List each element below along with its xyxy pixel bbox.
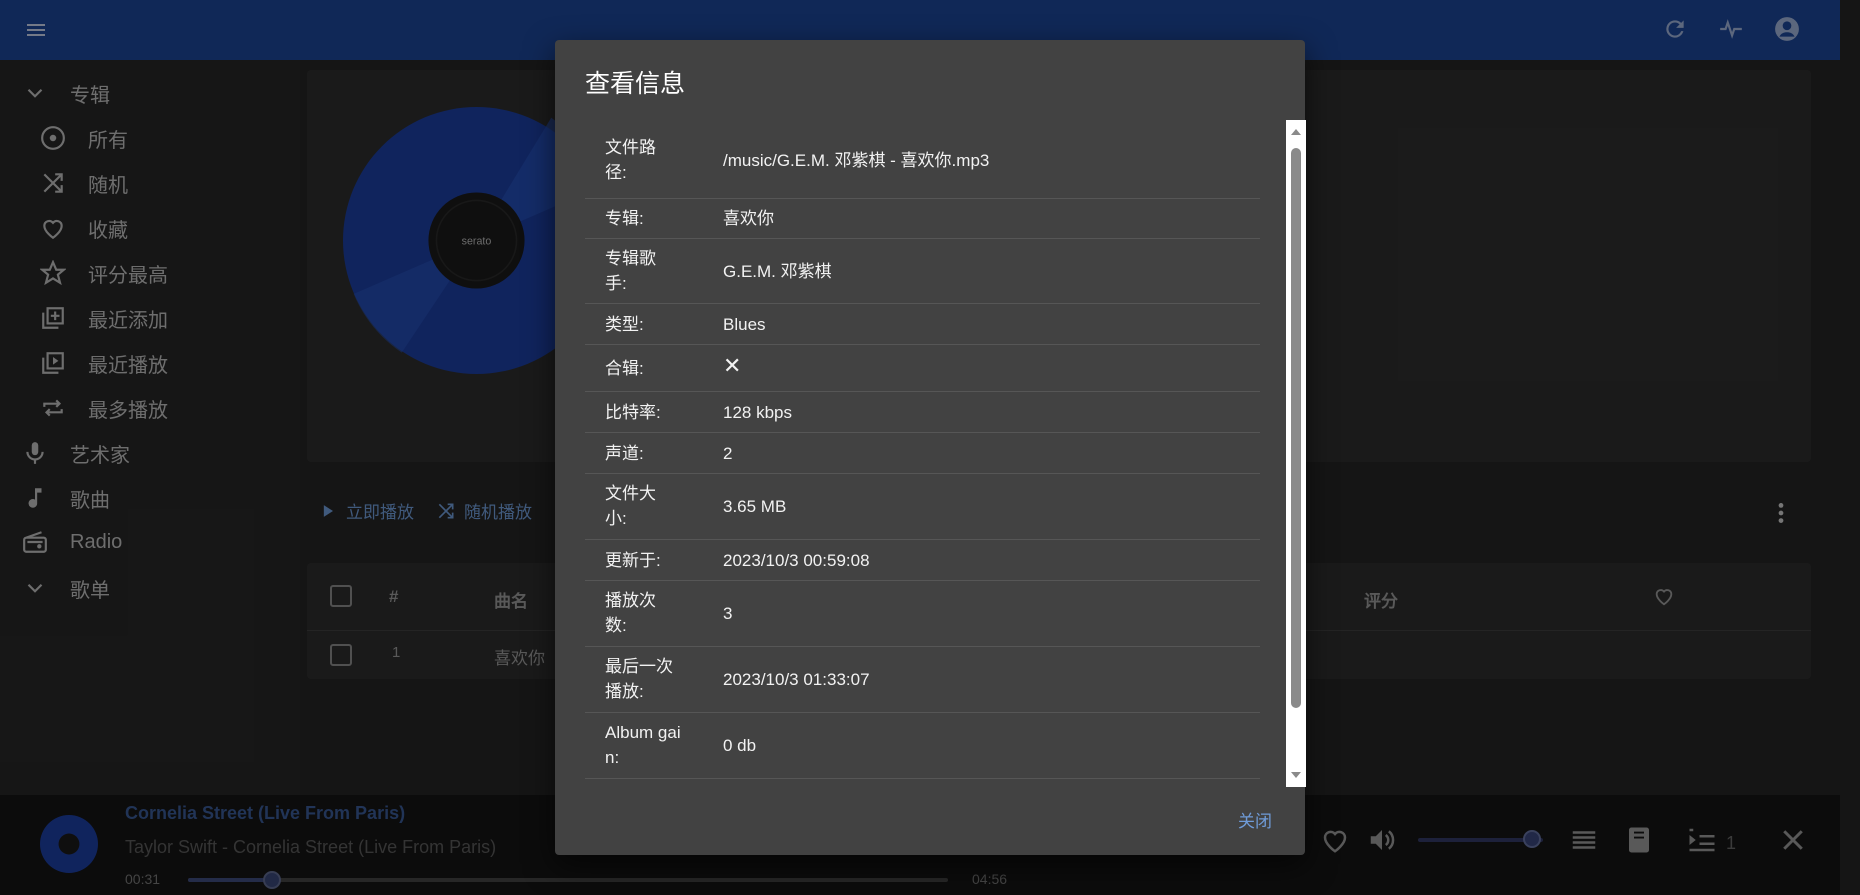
info-table: 文件路径: /music/G.E.M. 邓紫棋 - 喜欢你.mp3 专辑: 喜欢… — [585, 122, 1260, 785]
info-value: 3.65 MB — [723, 497, 787, 516]
info-label: 文件路径: — [605, 138, 656, 182]
info-value: 3 — [723, 604, 733, 623]
info-label: 更新于: — [605, 551, 661, 570]
info-value: 0 db — [723, 736, 757, 755]
info-row-updated: 更新于: 2023/10/3 00:59:08 — [585, 540, 1260, 581]
info-value: 2 — [723, 444, 733, 463]
scroll-down-icon[interactable] — [1291, 772, 1301, 778]
info-row-file-size: 文件大小: 3.65 MB — [585, 474, 1260, 540]
info-label: 播放次数: — [605, 591, 656, 635]
info-value: 2023/10/3 01:33:07 — [723, 670, 870, 689]
info-row-bitrate: 比特率: 128 kbps — [585, 392, 1260, 433]
info-label: Album gain: — [605, 723, 681, 767]
info-row-genre: 类型: Blues — [585, 304, 1260, 345]
info-row-album-artist: 专辑歌手: G.E.M. 邓紫棋 — [585, 239, 1260, 304]
info-value: 喜欢你 — [723, 209, 774, 228]
info-row-album: 专辑: 喜欢你 — [585, 199, 1260, 239]
info-label: 专辑歌手: — [605, 249, 656, 293]
close-button[interactable]: 关闭 — [1238, 807, 1272, 832]
info-value: 128 kbps — [723, 403, 792, 422]
info-value: /music/G.E.M. 邓紫棋 - 喜欢你.mp3 — [723, 151, 990, 170]
info-label: 声道: — [605, 444, 644, 463]
info-row-file-path: 文件路径: /music/G.E.M. 邓紫棋 - 喜欢你.mp3 — [585, 122, 1260, 199]
info-row-last-played: 最后一次播放: 2023/10/3 01:33:07 — [585, 647, 1260, 713]
dialog-title: 查看信息 — [585, 70, 686, 98]
info-label: 最后一次播放: — [605, 657, 673, 701]
info-label: 专辑: — [605, 209, 644, 228]
info-dialog: 查看信息 文件路径: /music/G.E.M. 邓紫棋 - 喜欢你.mp3 专… — [555, 40, 1306, 855]
dialog-scrollbar[interactable] — [1286, 120, 1306, 787]
info-label: 比特率: — [605, 403, 661, 422]
info-label: 类型: — [605, 315, 644, 334]
info-value: ✕ — [723, 353, 742, 378]
info-row-play-count: 播放次数: 3 — [585, 581, 1260, 647]
info-value: 2023/10/3 00:59:08 — [723, 551, 870, 570]
scrollbar-thumb[interactable] — [1291, 148, 1301, 708]
info-value: Blues — [723, 315, 766, 334]
info-label: 合辑: — [605, 359, 644, 378]
info-label: 文件大小: — [605, 484, 656, 528]
info-row-compilation: 合辑: ✕ — [585, 345, 1260, 392]
info-row-album-gain: Album gain: 0 db — [585, 713, 1260, 779]
info-row-channels: 声道: 2 — [585, 433, 1260, 474]
info-value: G.E.M. 邓紫棋 — [723, 262, 832, 281]
scroll-up-icon[interactable] — [1291, 129, 1301, 135]
